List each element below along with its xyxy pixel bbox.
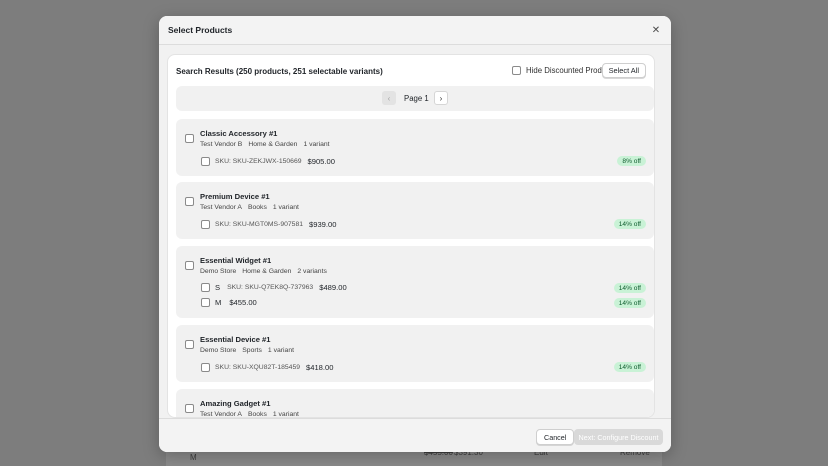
variant-price: $939.00 — [309, 220, 337, 229]
product-checkbox[interactable] — [185, 340, 194, 349]
variant-option: M — [215, 298, 222, 307]
next-configure-discount-button[interactable]: Next: Configure Discount — [574, 429, 663, 445]
hide-discounted-checkbox[interactable] — [512, 66, 521, 75]
select-all-button[interactable]: Select All — [601, 63, 646, 78]
chevron-left-icon[interactable]: ‹ — [382, 91, 396, 105]
variant-price: $489.00 — [319, 283, 347, 292]
variant-price: $455.00 — [229, 298, 257, 307]
product-item[interactable]: Classic Accessory #1 Test Vendor B Home … — [176, 119, 654, 176]
variant-row[interactable]: SKU: SKU-XQU82T-185459 $418.00 — [201, 363, 333, 372]
product-item[interactable]: Essential Widget #1 Demo Store Home & Ga… — [176, 246, 654, 318]
variant-row[interactable]: S SKU: SKU-Q7EK8Q-737963 $489.00 — [201, 283, 347, 292]
product-item[interactable]: Premium Device #1 Test Vendor A Books 1 … — [176, 182, 654, 239]
product-vendor: Test Vendor A — [200, 204, 242, 211]
product-variant-count: 2 variants — [297, 268, 327, 275]
product-meta: Test Vendor A Books 1 variant — [200, 204, 299, 211]
product-vendor: Demo Store — [200, 268, 237, 275]
product-variant-count: 1 variant — [272, 204, 299, 211]
product-checkbox[interactable] — [185, 404, 194, 413]
modal-header: Select Products ✕ — [159, 16, 671, 45]
product-checkbox[interactable] — [185, 134, 194, 143]
search-results-card: Search Results (250 products, 251 select… — [167, 54, 655, 418]
product-category: Books — [247, 204, 267, 211]
discount-badge: 14% off — [613, 219, 646, 229]
product-category: Home & Garden — [248, 141, 298, 148]
close-icon[interactable]: ✕ — [649, 23, 663, 37]
cancel-button[interactable]: Cancel — [536, 429, 575, 445]
variant-sku: SKU: SKU-MGT0MS-907581 — [215, 221, 304, 228]
hide-discounted-toggle[interactable]: Hide Discounted Products — [512, 66, 616, 75]
discount-badge: 14% off — [613, 283, 646, 293]
pagination: ‹ Page 1 › — [176, 86, 654, 111]
variant-row[interactable]: M $455.00 — [201, 298, 257, 307]
variant-checkbox[interactable] — [201, 283, 210, 292]
product-vendor: Demo Store — [200, 347, 237, 354]
select-products-modal: Select Products ✕ Search Results (250 pr… — [159, 16, 671, 452]
product-vendor: Test Vendor A — [200, 411, 242, 418]
variant-option: S — [215, 283, 221, 292]
product-meta: Demo Store Home & Garden 2 variants — [200, 268, 327, 275]
variant-checkbox[interactable] — [201, 220, 210, 229]
product-meta: Test Vendor A Books 1 variant — [200, 411, 299, 418]
product-variant-count: 1 variant — [272, 411, 299, 418]
product-category: Books — [247, 411, 267, 418]
variant-sku: SKU: SKU-Q7EK8Q-737963 — [227, 284, 314, 291]
variant-row[interactable]: SKU: SKU-MGT0MS-907581 $939.00 — [201, 220, 336, 229]
variant-checkbox[interactable] — [201, 298, 210, 307]
product-name: Amazing Gadget #1 — [200, 399, 271, 408]
modal-footer: Cancel Next: Configure Discount — [159, 418, 671, 452]
background-option: M — [190, 453, 197, 462]
variant-row[interactable]: SKU: SKU-ZEKJWX-150669 $905.00 — [201, 157, 335, 166]
product-checkbox[interactable] — [185, 197, 194, 206]
product-item[interactable]: Essential Device #1 Demo Store Sports 1 … — [176, 325, 654, 382]
product-name: Classic Accessory #1 — [200, 129, 278, 138]
product-variant-count: 1 variant — [267, 347, 294, 354]
variant-price: $418.00 — [306, 363, 334, 372]
product-item[interactable]: Amazing Gadget #1 Test Vendor A Books 1 … — [176, 389, 654, 418]
variant-price: $905.00 — [307, 157, 335, 166]
chevron-right-icon[interactable]: › — [434, 91, 448, 105]
product-name: Premium Device #1 — [200, 192, 270, 201]
product-category: Home & Garden — [242, 268, 292, 275]
discount-badge: 14% off — [613, 298, 646, 308]
product-name: Essential Widget #1 — [200, 256, 272, 265]
product-checkbox[interactable] — [185, 261, 194, 270]
variant-checkbox[interactable] — [201, 157, 210, 166]
product-name: Essential Device #1 — [200, 335, 271, 344]
modal-title: Select Products — [168, 25, 233, 35]
discount-badge: 8% off — [617, 156, 646, 166]
results-header: Search Results (250 products, 251 select… — [168, 55, 654, 87]
product-vendor: Test Vendor B — [200, 141, 243, 148]
product-meta: Demo Store Sports 1 variant — [200, 347, 294, 354]
variant-checkbox[interactable] — [201, 363, 210, 372]
results-title: Search Results (250 products, 251 select… — [176, 67, 383, 76]
product-category: Sports — [242, 347, 262, 354]
variant-sku: SKU: SKU-ZEKJWX-150669 — [215, 158, 302, 165]
product-meta: Test Vendor B Home & Garden 1 variant — [200, 141, 330, 148]
page-label: Page 1 — [404, 94, 429, 103]
discount-badge: 14% off — [613, 362, 646, 372]
product-variant-count: 1 variant — [303, 141, 330, 148]
variant-sku: SKU: SKU-XQU82T-185459 — [215, 364, 301, 371]
